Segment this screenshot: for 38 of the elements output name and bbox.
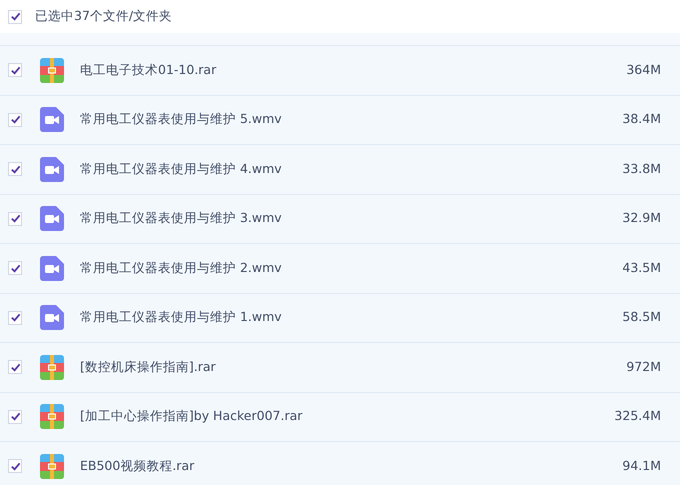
checkbox[interactable] xyxy=(8,212,22,226)
video-file-icon xyxy=(40,156,64,182)
file-size: 38.4M xyxy=(622,110,661,128)
checkbox[interactable] xyxy=(8,10,22,24)
file-name: EB500视频教程.rar xyxy=(80,456,196,475)
file-size: 94.1M xyxy=(622,456,661,475)
video-file-icon xyxy=(40,206,64,232)
archive-icon xyxy=(40,354,64,380)
video-file-icon xyxy=(40,256,64,281)
checkbox[interactable] xyxy=(8,261,22,276)
file-name: [加工中心操作指南]by Hacker007.rar xyxy=(80,407,304,426)
file-size: 325.4M xyxy=(614,407,661,426)
file-size: 32.9M xyxy=(622,209,661,228)
checkbox[interactable] xyxy=(8,410,22,424)
file-size: 972M xyxy=(626,358,661,376)
archive-icon xyxy=(40,58,64,83)
file-size: 364M xyxy=(626,60,661,79)
checkbox[interactable] xyxy=(8,162,22,176)
file-name: [数控机床操作指南].rar xyxy=(80,358,217,376)
checkbox[interactable] xyxy=(8,112,22,127)
file-size: 33.8M xyxy=(622,160,661,178)
file-name: 常用电工仪器表使用与维护 3.wmv xyxy=(80,209,283,228)
checkbox[interactable] xyxy=(8,360,22,374)
file-size: 43.5M xyxy=(622,258,661,277)
file-name: 常用电工仪器表使用与维护 5.wmv xyxy=(80,110,283,128)
video-file-icon xyxy=(40,305,64,330)
video-file-icon xyxy=(40,107,64,132)
checkbox[interactable] xyxy=(8,459,22,474)
checkbox[interactable] xyxy=(8,63,22,78)
file-name: 常用电工仪器表使用与维护 1.wmv xyxy=(80,308,283,326)
file-name: 常用电工仪器表使用与维护 4.wmv xyxy=(80,160,283,178)
file-size: 58.5M xyxy=(622,308,661,326)
archive-icon xyxy=(40,404,64,430)
file-name: 常用电工仪器表使用与维护 2.wmv xyxy=(80,258,283,277)
checkbox[interactable] xyxy=(8,310,22,325)
selection-count: 已选中37个文件/文件夹 xyxy=(35,7,172,26)
file-name: 电工电子技术01-10.rar xyxy=(80,60,218,79)
archive-icon xyxy=(40,454,64,479)
